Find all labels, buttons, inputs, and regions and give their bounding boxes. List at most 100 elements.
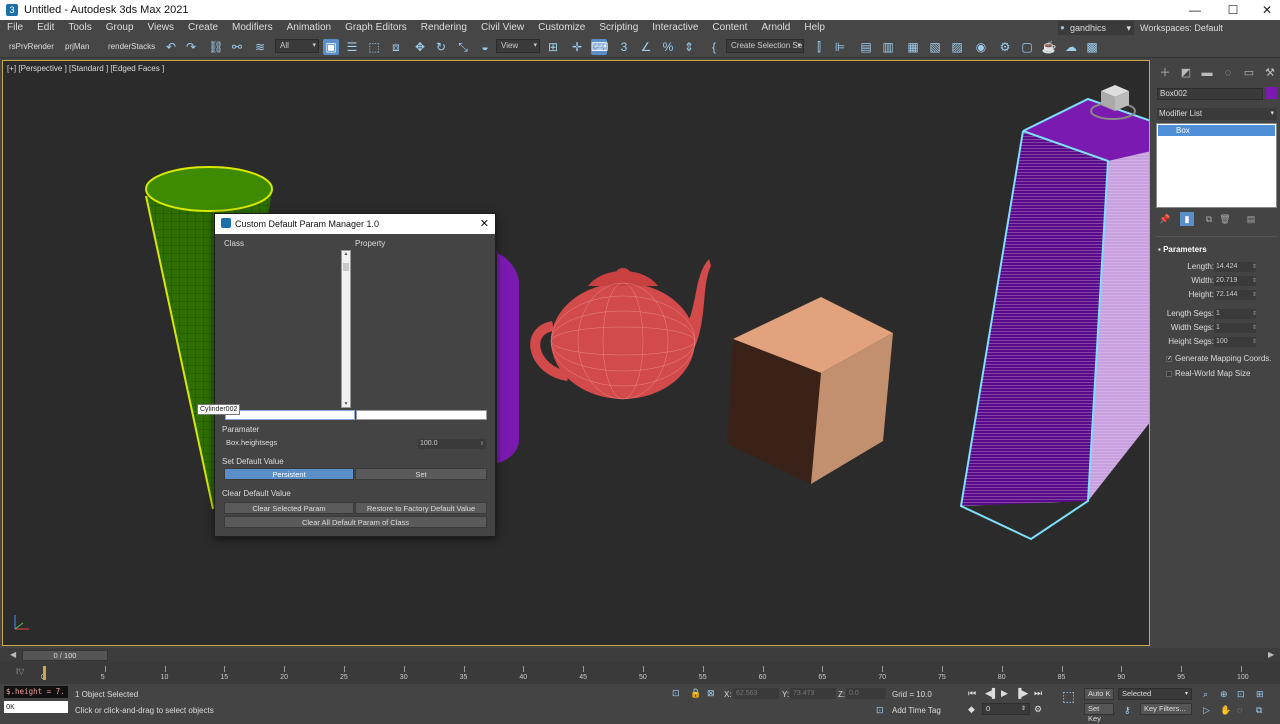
rotate-icon[interactable]: ↻ <box>433 39 449 55</box>
generate-mapping-coords-checkbox[interactable]: ✓ Generate Mapping Coords. <box>1166 353 1272 365</box>
param-value-spinner[interactable]: 100.0 ⇕ <box>418 439 486 449</box>
maximize-button[interactable]: ☐ <box>1216 0 1250 20</box>
percent-snap-icon[interactable]: % <box>660 39 676 55</box>
property-list[interactable] <box>355 250 489 408</box>
box-tan[interactable] <box>727 297 893 484</box>
scale-icon[interactable]: ⤡ <box>455 39 471 55</box>
dialog-close-icon[interactable]: ✕ <box>480 217 489 231</box>
key-icon[interactable]: ⚷ <box>1124 704 1131 716</box>
scroll-down-icon[interactable]: ▼ <box>342 401 350 407</box>
spinner-snap-icon[interactable]: ⇕ <box>681 39 697 55</box>
go-to-end-icon[interactable]: ⏭ <box>1034 688 1042 699</box>
edit-named-selection-icon[interactable]: { <box>706 39 722 55</box>
real-world-map-size-checkbox[interactable]: Real-World Map Size <box>1166 368 1250 380</box>
spinner-arrows-icon[interactable]: ⇕ <box>480 439 484 449</box>
open-mini-curve-editor-icon[interactable]: I▽ <box>16 667 24 676</box>
zoom-icon[interactable]: ⌕ <box>1203 688 1208 700</box>
toggle-ribbon-icon[interactable]: ▦ <box>905 39 921 55</box>
parameters-rollout-header[interactable]: ▪ Parameters <box>1158 245 1207 254</box>
zoom-all-icon[interactable]: ⊕ <box>1220 688 1228 700</box>
auto-key-button[interactable]: Auto K <box>1084 688 1114 700</box>
placement-icon[interactable]: ◒ <box>477 39 493 55</box>
menu-civil-view[interactable]: Civil View <box>474 20 531 36</box>
menu-interactive[interactable]: Interactive <box>645 20 705 36</box>
zoom-extents-icon[interactable]: ⊡ <box>1237 688 1245 700</box>
box-purple-selected[interactable] <box>959 97 1150 541</box>
menu-help[interactable]: Help <box>797 20 832 36</box>
field-of-view-icon[interactable]: ▷ <box>1203 704 1210 716</box>
set-button[interactable]: Set <box>355 468 487 480</box>
selection-lock-icon[interactable]: 🔒 <box>690 687 701 699</box>
schematic-view-icon[interactable]: ▨ <box>949 39 965 55</box>
menu-graph-editors[interactable]: Graph Editors <box>338 20 414 36</box>
arnold-icon[interactable]: ▩ <box>1084 39 1100 55</box>
user-account[interactable]: gandhics ▾ <box>1058 21 1134 35</box>
redo-icon[interactable]: ↷ <box>183 39 199 55</box>
selection-filter-dropdown[interactable]: All ▾ <box>275 39 319 53</box>
persistent-button[interactable]: Persistent <box>224 468 354 480</box>
perspective-viewport[interactable]: [+] [Perspective ] [Standard ] [Edged Fa… <box>2 60 1150 646</box>
restore-factory-default-button[interactable]: Restore to Factory Default Value <box>355 502 487 514</box>
clear-selected-param-button[interactable]: Clear Selected Param <box>224 502 354 514</box>
move-icon[interactable]: ✥ <box>412 39 428 55</box>
cylinder-purple[interactable] <box>493 251 519 463</box>
orbit-icon[interactable]: ◌ <box>1237 704 1242 716</box>
set-key-button[interactable]: Set Key <box>1084 703 1114 723</box>
param-value[interactable]: 100 <box>1214 337 1256 347</box>
hierarchy-tab-icon[interactable]: ▬ <box>1200 66 1214 80</box>
spinner-arrows-icon[interactable]: ⇕ <box>1252 309 1257 319</box>
menu-animation[interactable]: Animation <box>280 20 338 36</box>
make-unique-icon[interactable]: ⧉ <box>1202 212 1216 226</box>
select-object-icon[interactable]: ▣ <box>323 39 339 55</box>
previous-frame-icon[interactable]: ◀ <box>10 650 16 659</box>
go-to-start-icon[interactable]: ⏮ <box>968 688 976 699</box>
class-list-scrollbar[interactable]: ▲ ▼ <box>341 250 351 408</box>
menu-content[interactable]: Content <box>705 20 754 36</box>
time-configuration-icon[interactable]: ⚙ <box>1034 704 1042 715</box>
menu-edit[interactable]: Edit <box>30 20 61 36</box>
modifier-list-dropdown[interactable]: Modifier List ▾ <box>1157 108 1277 120</box>
prjman-button[interactable]: prjMan <box>62 40 92 54</box>
menu-scripting[interactable]: Scripting <box>592 20 645 36</box>
menu-modifiers[interactable]: Modifiers <box>225 20 280 36</box>
menu-group[interactable]: Group <box>99 20 141 36</box>
pin-stack-icon[interactable]: 📌 <box>1158 212 1172 226</box>
rsprvrender-button[interactable]: rsPrvRender <box>6 40 57 54</box>
render-production-icon[interactable]: ☕ <box>1041 39 1057 55</box>
menu-create[interactable]: Create <box>181 20 225 36</box>
key-selection-dropdown[interactable]: Selected ▾ <box>1118 688 1192 700</box>
close-button[interactable]: ✕ <box>1250 0 1280 20</box>
spinner-arrows-icon[interactable]: ⇕ <box>1252 337 1257 347</box>
remove-modifier-icon[interactable]: 🗑 <box>1218 212 1232 226</box>
window-crossing-icon[interactable]: ⧈ <box>388 39 404 55</box>
object-color-swatch[interactable] <box>1266 87 1277 99</box>
menu-customize[interactable]: Customize <box>531 20 592 36</box>
param-value[interactable]: 20.719 <box>1214 276 1256 286</box>
maximize-viewport-icon[interactable]: ⧉ <box>1256 704 1262 716</box>
key-filters-button[interactable]: Key Filters... <box>1140 703 1192 715</box>
class-list[interactable] <box>222 250 340 408</box>
angle-snap-icon[interactable]: ∠ <box>638 39 654 55</box>
rendered-frame-window-icon[interactable]: ▢ <box>1019 39 1035 55</box>
rectangular-selection-icon[interactable]: ⬚ <box>366 39 382 55</box>
menu-tools[interactable]: Tools <box>61 20 98 36</box>
scroll-up-icon[interactable]: ▲ <box>342 251 350 257</box>
spinner-arrows-icon[interactable]: ⇕ <box>1252 290 1257 300</box>
pan-view-icon[interactable]: ✋ <box>1220 704 1231 716</box>
stack-item-box[interactable]: Box <box>1158 125 1275 136</box>
set-keys-icon[interactable]: ⬚ <box>1062 689 1075 703</box>
previous-key-icon[interactable]: ◀▌ <box>985 688 998 699</box>
key-mode-toggle-icon[interactable]: ◆ <box>968 704 975 715</box>
show-end-result-icon[interactable]: ▮ <box>1180 212 1194 226</box>
param-value[interactable]: 72.144 <box>1214 290 1256 300</box>
teapot[interactable] <box>530 259 711 400</box>
curve-editor-icon[interactable]: ▧ <box>927 39 943 55</box>
keyboard-shortcut-override-icon[interactable]: ⌨ <box>591 39 608 55</box>
maxscript-listener-input[interactable]: $.height = 7. <box>4 686 68 698</box>
time-pointer[interactable] <box>43 666 46 680</box>
named-selection-set-dropdown[interactable]: Create Selection Se ▾ <box>726 39 804 53</box>
spinner-arrows-icon[interactable]: ⇕ <box>1252 262 1257 272</box>
minimize-button[interactable]: — <box>1178 0 1212 20</box>
param-value[interactable]: 1 <box>1214 309 1256 319</box>
current-frame-field[interactable]: 0 ⇕ <box>982 703 1030 715</box>
